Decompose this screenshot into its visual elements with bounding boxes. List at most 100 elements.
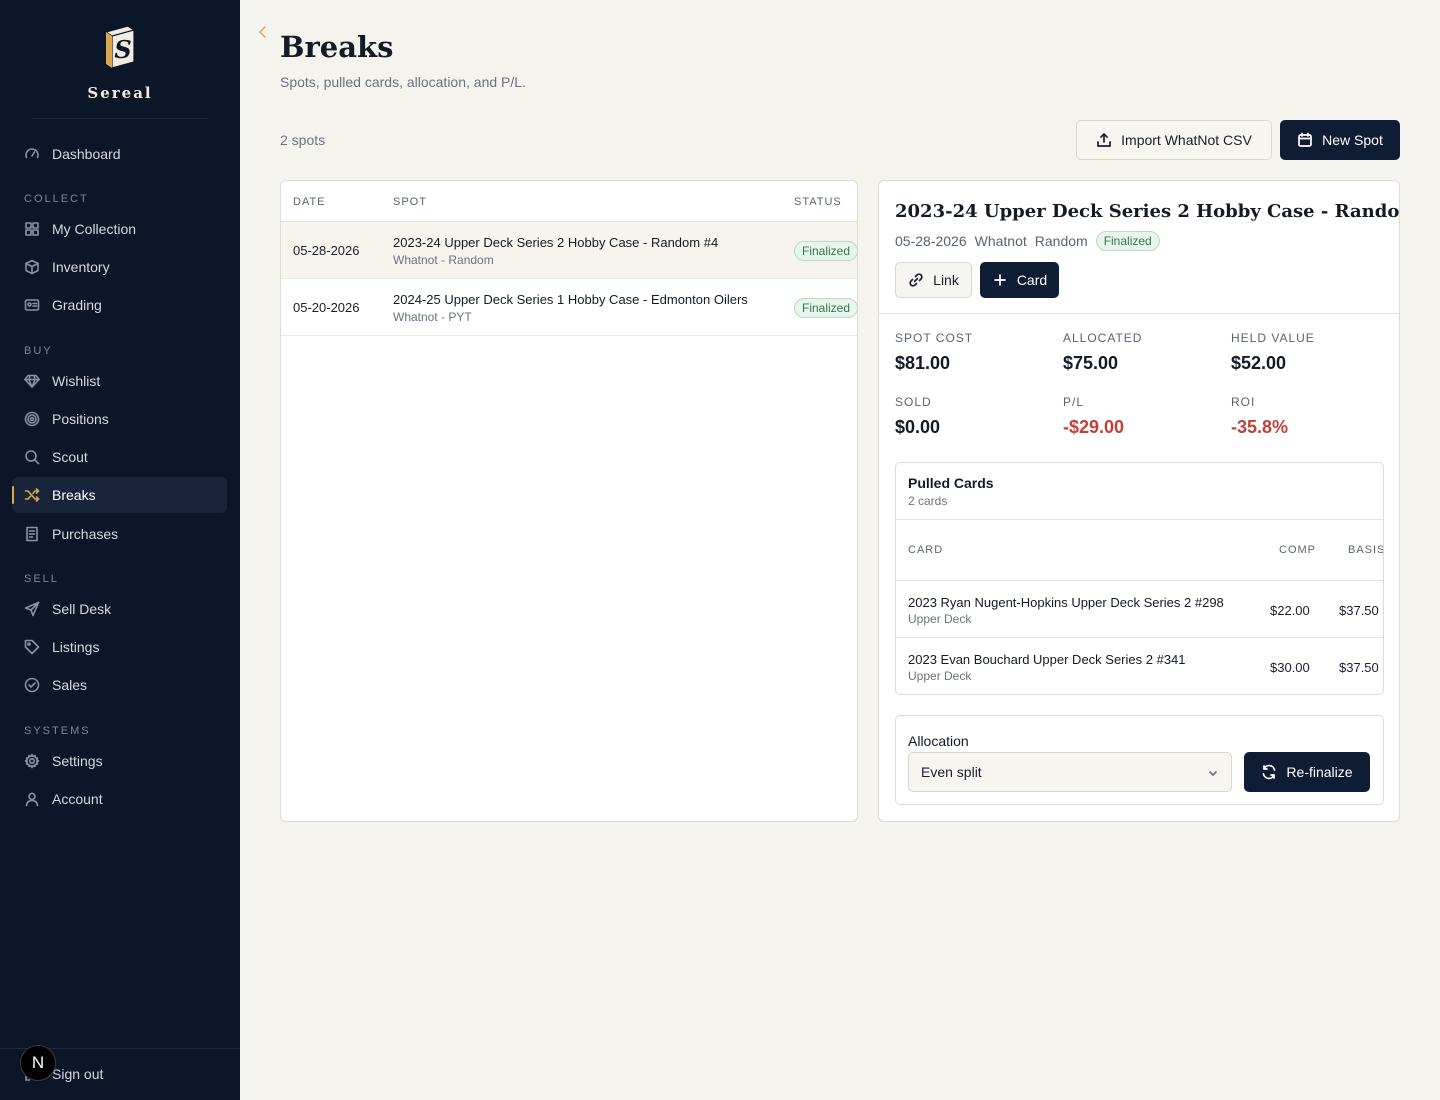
column-header-basis[interactable]: BASIS: [1348, 544, 1383, 556]
spot-cost-value: $81.00: [895, 353, 951, 373]
nav-scout[interactable]: Scout: [12, 439, 227, 475]
pl-label: P/L: [1063, 395, 1085, 409]
nav-sell-desk[interactable]: Sell Desk: [12, 591, 227, 627]
spot-subtitle: Whatnot - PYT: [393, 310, 472, 324]
nav-inventory[interactable]: Inventory: [12, 249, 227, 285]
card-brand: Upper Deck: [908, 612, 972, 626]
nav-sales[interactable]: Sales: [12, 667, 227, 703]
nav-breaks[interactable]: Breaks: [12, 477, 227, 513]
gauge-icon: [24, 146, 40, 162]
card-basis: $37.50: [1339, 603, 1379, 618]
spot-detail-panel: 2023-24 Upper Deck Series 2 Hobby Case -…: [878, 180, 1400, 822]
nav-wishlist[interactable]: Wishlist: [12, 363, 227, 399]
search-icon: [24, 449, 40, 465]
nav-account[interactable]: Account: [12, 781, 227, 817]
nav-section-sell: SELL: [24, 573, 59, 585]
held-value-value: $52.00: [1231, 353, 1287, 373]
check-circle-icon: [24, 677, 40, 693]
dev-badge[interactable]: N: [20, 1045, 56, 1081]
allocation-selected-value: Even split: [921, 764, 982, 780]
import-label: Import WhatNot CSV: [1121, 132, 1252, 148]
nav-label: Sell Desk: [52, 601, 112, 617]
spot-row[interactable]: 05-20-2026 2024-25 Upper Deck Series 1 H…: [281, 279, 857, 336]
re-finalize-button[interactable]: Re-finalize: [1244, 752, 1370, 792]
nav-settings[interactable]: Settings: [12, 743, 227, 779]
page-title: Breaks: [280, 30, 394, 64]
card-comp: $30.00: [1270, 660, 1310, 675]
allocation-select[interactable]: Even split: [908, 752, 1232, 792]
detail-type: Random: [1034, 233, 1088, 249]
nav-section-systems: SYSTEMS: [24, 725, 91, 737]
detail-divider: [879, 313, 1399, 314]
column-header-spot[interactable]: SPOT: [393, 196, 427, 208]
nav-label: Inventory: [52, 259, 110, 275]
nav-label: Sales: [52, 677, 88, 693]
chevron-down-icon: [1208, 770, 1218, 777]
nav-label: Breaks: [52, 487, 96, 503]
id-card-icon: [24, 297, 40, 313]
pulled-cards-count: 2 cards: [908, 494, 948, 508]
held-value-label: HELD VALUE: [1231, 331, 1315, 345]
nav-purchases[interactable]: Purchases: [12, 516, 227, 552]
card-comp: $22.00: [1270, 603, 1310, 618]
nav-label: Positions: [52, 411, 109, 427]
nav-section-collect: COLLECT: [24, 193, 89, 205]
spot-subtitle: Whatnot - Random: [393, 253, 494, 267]
re-finalize-label: Re-finalize: [1286, 764, 1353, 780]
card-name[interactable]: 2023 Evan Bouchard Upper Deck Series 2 #…: [908, 652, 1186, 667]
collapse-sidebar-chevron-icon[interactable]: [256, 24, 270, 40]
column-header-comp[interactable]: COMP: [1279, 544, 1316, 556]
add-card-button[interactable]: Card: [980, 262, 1059, 298]
nav-listings[interactable]: Listings: [12, 629, 227, 665]
divider: [896, 519, 1383, 520]
status-badge: Finalized: [794, 241, 857, 261]
brand: S Sereal: [0, 22, 240, 102]
brand-logo: S: [100, 22, 140, 70]
target-icon: [24, 411, 40, 427]
send-icon: [24, 601, 40, 617]
spot-date: 05-20-2026: [293, 300, 360, 315]
column-header-status[interactable]: STATUS: [794, 196, 842, 208]
link-button[interactable]: Link: [895, 262, 972, 298]
tag-icon: [24, 639, 40, 655]
grid-icon: [24, 221, 40, 237]
spot-list-panel: DATE SPOT STATUS 05-28-2026 2023-24 Uppe…: [280, 180, 858, 822]
divider: [896, 580, 1383, 581]
card-brand: Upper Deck: [908, 669, 972, 683]
refresh-icon: [1263, 764, 1276, 780]
nav-section-buy: BUY: [24, 345, 53, 357]
roi-label: ROI: [1231, 395, 1256, 409]
sidebar: S Sereal Dashboard COLLECT My Collection…: [0, 0, 240, 1100]
sign-out-label: Sign out: [52, 1066, 104, 1082]
card-name[interactable]: 2023 Ryan Nugent-Hopkins Upper Deck Seri…: [908, 595, 1224, 610]
spot-title: 2024-25 Upper Deck Series 1 Hobby Case -…: [393, 292, 748, 307]
spot-cost-label: SPOT COST: [895, 331, 974, 345]
nav-label: Grading: [52, 297, 102, 313]
nav-label: Listings: [52, 639, 100, 655]
import-whatnot-csv-button[interactable]: Import WhatNot CSV: [1076, 120, 1272, 160]
spot-title: 2023-24 Upper Deck Series 2 Hobby Case -…: [393, 235, 719, 250]
allocated-label: ALLOCATED: [1063, 331, 1143, 345]
plus-icon: [993, 274, 1006, 286]
gear-icon: [24, 753, 40, 769]
detail-date: 05-28-2026: [895, 233, 967, 249]
allocation-label: Allocation: [908, 733, 969, 749]
page-subtitle: Spots, pulled cards, allocation, and P/L…: [280, 74, 526, 90]
nav-label: Dashboard: [52, 146, 121, 162]
column-header-date[interactable]: DATE: [293, 196, 326, 208]
nav-label: Purchases: [52, 526, 119, 542]
nav-my-collection[interactable]: My Collection: [12, 211, 227, 247]
add-card-label: Card: [1016, 272, 1048, 288]
spot-row[interactable]: 05-28-2026 2023-24 Upper Deck Series 2 H…: [281, 222, 857, 279]
nav-dashboard[interactable]: Dashboard: [12, 136, 227, 172]
link-label: Link: [933, 272, 959, 288]
new-spot-button[interactable]: New Spot: [1280, 120, 1400, 160]
status-badge: Finalized: [794, 298, 857, 318]
nav-positions[interactable]: Positions: [12, 401, 227, 437]
column-header-card[interactable]: CARD: [908, 544, 943, 556]
box-icon: [24, 259, 40, 275]
sold-value: $0.00: [895, 417, 941, 437]
nav-label: My Collection: [52, 221, 137, 237]
nav-grading[interactable]: Grading: [12, 287, 227, 323]
nav-label: Scout: [52, 449, 88, 465]
